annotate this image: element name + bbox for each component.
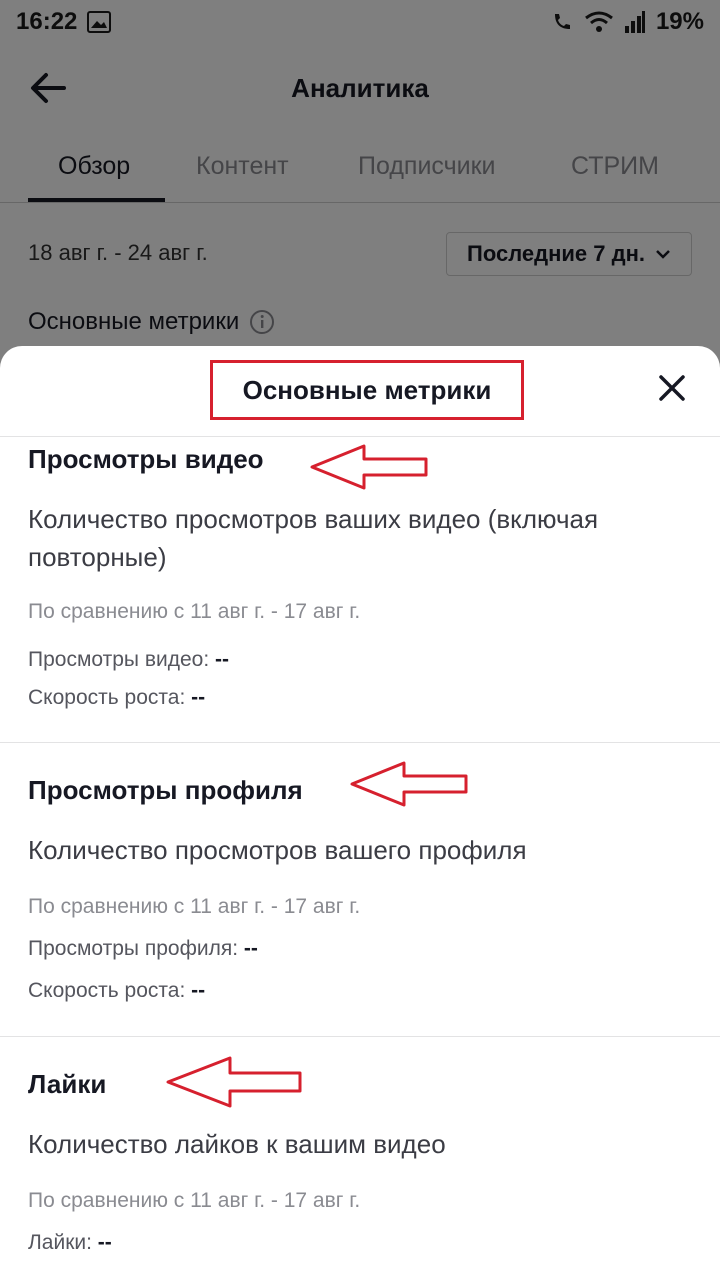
metric-title: Просмотры видео <box>28 444 264 474</box>
metric-value-label: Просмотры профиля: <box>28 937 239 960</box>
metric-growth-label: Скорость роста: <box>28 686 186 709</box>
metric-section-video-views: Просмотры видео Количество просмотров ва… <box>0 436 720 742</box>
metric-value-label: Просмотры видео: <box>28 648 210 671</box>
metric-description: Количество лайков к вашим видео <box>28 1129 446 1159</box>
metric-growth: -- <box>191 686 206 709</box>
metric-comparison: По сравнению с 11 авг г. - 17 авг г. <box>28 600 361 623</box>
metric-comparison: По сравнению с 11 авг г. - 17 авг г. <box>28 1189 361 1212</box>
metrics-info-sheet: Основные метрики Просмотры видео Количес… <box>0 346 720 1280</box>
metric-growth-label: Скорость роста: <box>28 979 186 1002</box>
metric-section-likes: Лайки Количество лайков к вашим видео По… <box>0 1037 720 1280</box>
metric-description: Количество просмотров ваших видео (включ… <box>28 504 599 572</box>
sheet-header: Основные метрики <box>0 346 720 437</box>
metric-growth-line: Скорость роста: -- <box>28 686 205 710</box>
metric-comparison: По сравнению с 11 авг г. - 17 авг г. <box>28 895 361 918</box>
metric-section-profile-views: Просмотры профиля Количество просмотров … <box>0 743 720 1036</box>
metric-growth: -- <box>191 979 206 1002</box>
close-icon[interactable] <box>652 368 692 408</box>
metric-value-line: Лайки: -- <box>28 1231 112 1255</box>
metric-value: -- <box>97 1231 112 1254</box>
annotation-arrow-icon <box>350 761 468 807</box>
metric-description: Количество просмотров вашего профиля <box>28 835 527 865</box>
metric-value-line: Просмотры видео: -- <box>28 648 229 672</box>
metric-growth-line: Скорость роста: -- <box>28 979 205 1003</box>
metric-title: Просмотры профиля <box>28 775 303 805</box>
sheet-title: Основные метрики <box>210 360 524 420</box>
metric-value-line: Просмотры профиля: -- <box>28 937 258 961</box>
metric-value: -- <box>215 648 230 671</box>
metric-title: Лайки <box>28 1069 107 1099</box>
metric-value-label: Лайки: <box>28 1231 92 1254</box>
annotation-arrow-icon <box>310 444 428 490</box>
metric-value: -- <box>243 937 258 960</box>
annotation-arrow-icon <box>166 1056 302 1108</box>
